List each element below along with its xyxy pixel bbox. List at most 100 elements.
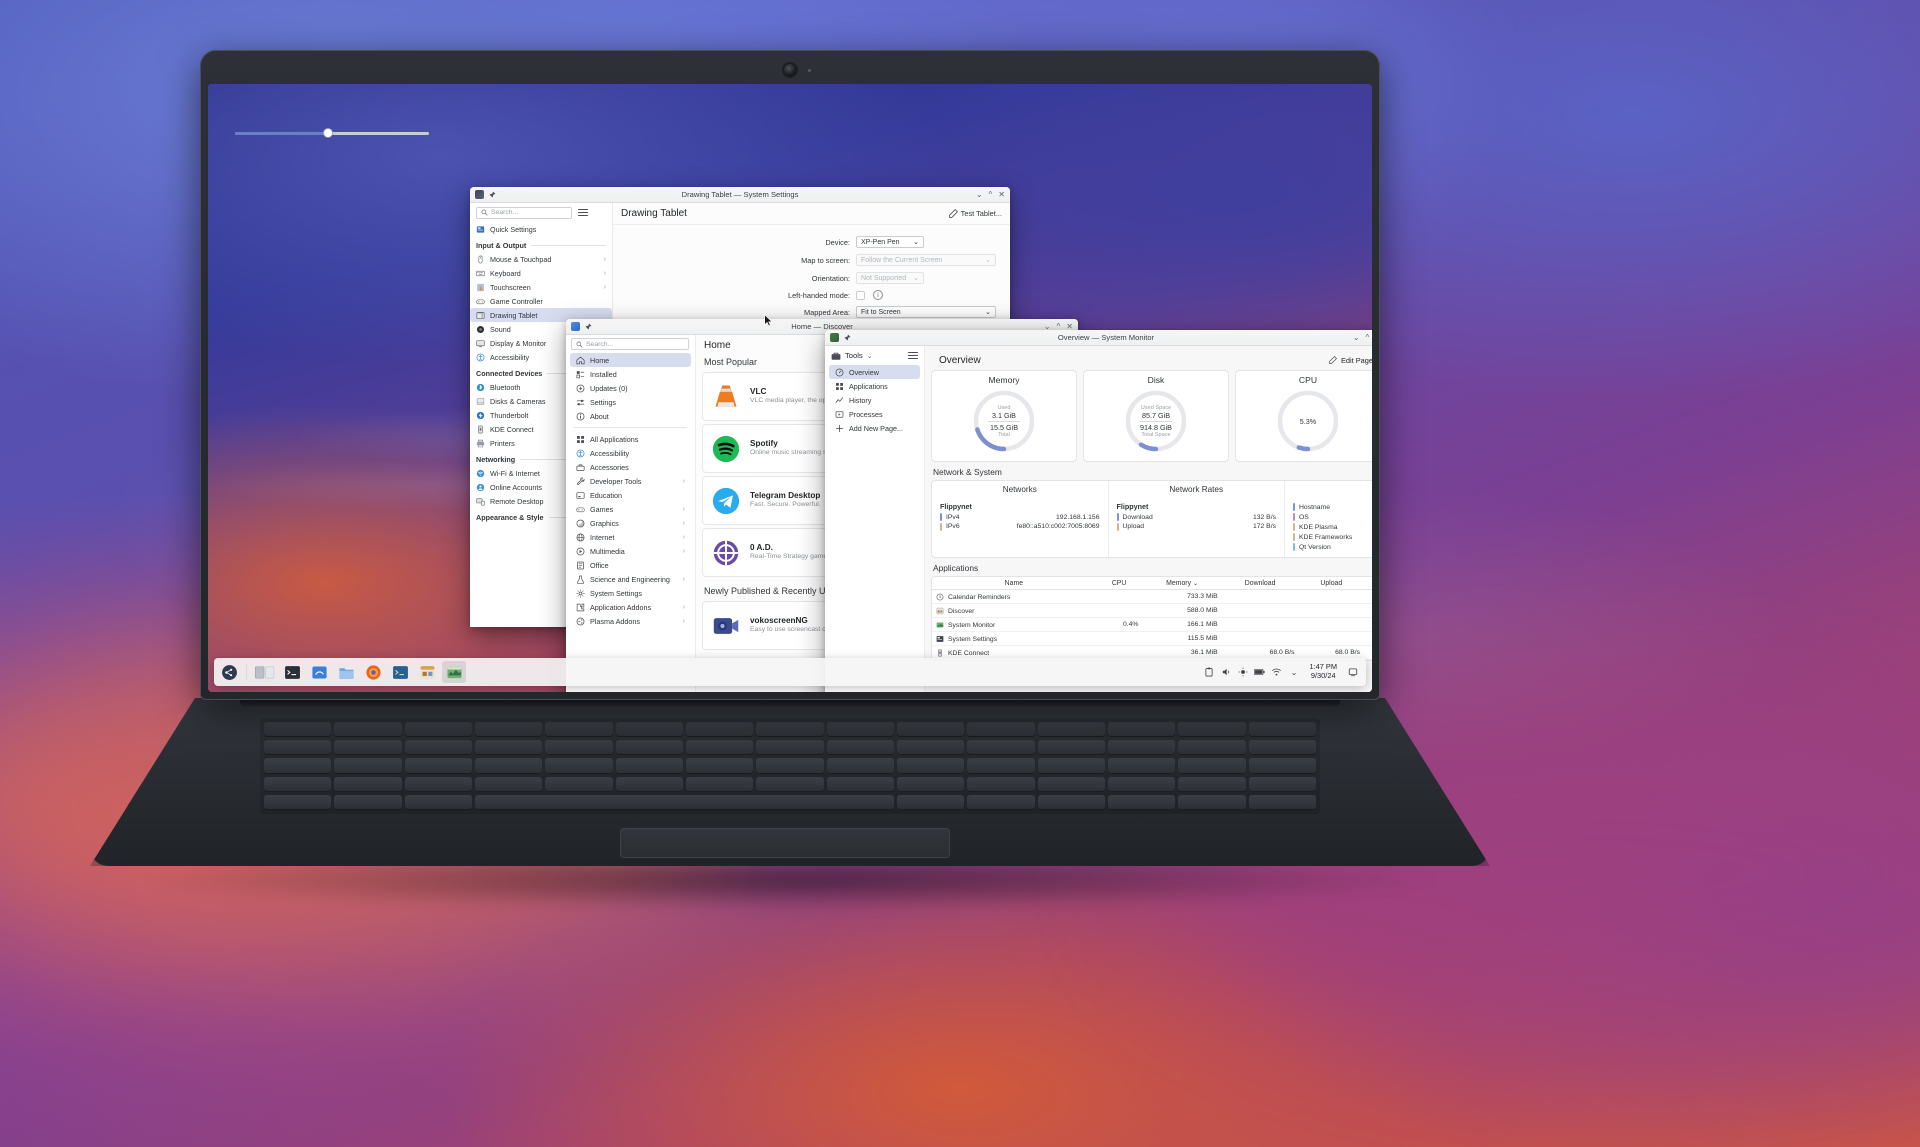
discover-sidebar-item-internet[interactable]: Internet ›	[570, 530, 691, 544]
table-row[interactable]: System Settings 115.5 MiB	[932, 631, 1372, 646]
tools-button[interactable]: Tools ⌄	[831, 351, 873, 361]
edit-page-button[interactable]: Edit Page	[1329, 356, 1372, 365]
sidebar-item-label: Drawing Tablet	[490, 310, 538, 320]
volume-icon[interactable]	[1220, 667, 1231, 678]
maximize-button[interactable]: ^	[1057, 322, 1061, 331]
system-monitor-sidebar[interactable]: Tools ⌄ Overview Applications History Proce…	[825, 346, 925, 692]
maximize-button[interactable]: ^	[989, 190, 993, 199]
pin-icon[interactable]	[584, 323, 592, 331]
sidebar-item-quick-settings[interactable]: Quick Settings	[470, 222, 612, 236]
discover-sidebar-item-system-settings[interactable]: System Settings	[570, 586, 691, 600]
table-row[interactable]: Calendar Reminders 733.3 MiB	[932, 589, 1372, 604]
system-settings-toolbar[interactable]: Search...	[470, 203, 612, 222]
sysmon-sidebar-item-applications[interactable]: Applications	[829, 379, 920, 393]
power-profile-slider[interactable]	[235, 129, 429, 137]
sysmon-sidebar-item-history[interactable]: History	[829, 393, 920, 407]
brightness-icon[interactable]	[1237, 667, 1248, 678]
applications-column-header[interactable]: Upload	[1298, 577, 1365, 590]
discover-sidebar[interactable]: Search... Home Installed Updates (0) Settin…	[566, 335, 696, 692]
applications-column-header[interactable]	[1364, 577, 1372, 590]
form-combobox[interactable]: Fit to Screen ⌄	[856, 306, 996, 318]
application-launcher-button[interactable]	[218, 661, 240, 683]
minimize-button[interactable]: ⌄	[1353, 333, 1360, 342]
sidebar-item-game-controller[interactable]: Game Controller	[470, 294, 612, 308]
discover-sidebar-item-accessibility[interactable]: Accessibility	[570, 446, 691, 460]
form-combobox[interactable]: Follow the Current Screen ⌄	[856, 254, 996, 266]
sidebar-item-mouse-touchpad[interactable]: Mouse & Touchpad ›	[470, 252, 612, 266]
discover-sidebar-item-about[interactable]: About	[570, 409, 691, 423]
discover-sidebar-item-home[interactable]: Home	[570, 353, 691, 367]
applications-column-header[interactable]: Download	[1221, 577, 1299, 590]
discover-sidebar-item-games[interactable]: Games ›	[570, 502, 691, 516]
discover-sidebar-item-science-and-engineering[interactable]: Science and Engineering ›	[570, 572, 691, 586]
discover-sidebar-item-accessories[interactable]: Accessories	[570, 460, 691, 474]
maximize-button[interactable]: ^	[1366, 333, 1370, 342]
applications-column-header[interactable]: CPU	[1095, 577, 1143, 590]
show-desktop-icon[interactable]	[1347, 667, 1358, 678]
system-monitor-toolbar[interactable]: Tools ⌄	[825, 346, 924, 365]
info-icon	[576, 412, 585, 420]
table-row[interactable]: System Monitor 0.4% 166.1 MiB	[932, 617, 1372, 632]
digital-clock[interactable]: 1:47 PM 9/30/24	[1305, 663, 1341, 680]
discover-sidebar-item-developer-tools[interactable]: Developer Tools ›	[570, 474, 691, 488]
close-button[interactable]: ✕	[998, 190, 1005, 199]
form-label: Device:	[825, 237, 850, 247]
discover-sidebar-item-education[interactable]: Education	[570, 488, 691, 502]
task-konsole[interactable]	[280, 661, 304, 683]
system-settings-menu-button[interactable]	[578, 209, 588, 216]
close-button[interactable]: ✕	[1066, 322, 1073, 331]
sidebar-category-label: Networking	[476, 455, 516, 464]
sysmon-sidebar-item-overview[interactable]: Overview	[829, 365, 920, 379]
task-dolphin[interactable]	[307, 661, 331, 683]
system-settings-titlebar[interactable]: Drawing Tablet — System Settings ⌄ ^ ✕	[470, 187, 1010, 203]
applications-column-header[interactable]: Memory ⌄	[1142, 577, 1222, 590]
task-system-monitor[interactable]	[442, 661, 466, 683]
taskbar-panel[interactable]: ⌄ 1:47 PM 9/30/24	[214, 658, 1366, 686]
chevron-up-icon[interactable]: ⌄	[1288, 667, 1299, 678]
thunderbolt-icon	[476, 411, 485, 419]
sidebar-item-keyboard[interactable]: Keyboard ›	[470, 266, 612, 280]
system-tray[interactable]: ⌄ 1:47 PM 9/30/24	[1203, 663, 1362, 680]
system-settings-search-input[interactable]: Search...	[476, 206, 572, 219]
left-handed-checkbox[interactable]	[856, 290, 865, 300]
task-files[interactable]	[334, 661, 358, 683]
app-row-cpu: 0.4%	[1095, 617, 1143, 632]
discover-sidebar-item-application-addons[interactable]: Application Addons ›	[570, 600, 691, 614]
task-discover[interactable]	[415, 661, 439, 683]
minimize-button[interactable]: ⌄	[976, 190, 983, 199]
sysmon-sidebar-item-processes[interactable]: Processes	[829, 407, 920, 421]
sysmon-sidebar-item-add-new-page-[interactable]: Add New Page...	[829, 421, 920, 435]
battery-icon[interactable]	[1254, 667, 1266, 678]
minimize-button[interactable]: ⌄	[1044, 322, 1051, 331]
discover-sidebar-item-all-applications[interactable]: All Applications	[570, 432, 691, 446]
discover-sidebar-item-office[interactable]: Office	[570, 558, 691, 572]
task-firefox[interactable]	[361, 661, 385, 683]
network-icon[interactable]	[1271, 667, 1282, 678]
system-monitor-menu-button[interactable]	[908, 352, 918, 359]
discover-sidebar-item-updates-0-[interactable]: Updates (0)	[570, 381, 691, 395]
pin-icon[interactable]	[843, 334, 851, 342]
network-system-panel: Networks Flippynet IPv4 192.168.1.156 IPv6…	[931, 480, 1372, 558]
system-monitor-titlebar[interactable]: Overview — System Monitor ⌄ ^ ✕	[825, 330, 1372, 346]
discover-sidebar-item-plasma-addons[interactable]: Plasma Addons ›	[570, 614, 691, 628]
info-icon[interactable]: i	[873, 290, 883, 300]
toolbox-icon	[831, 352, 841, 360]
task-pager[interactable]	[253, 661, 277, 683]
table-row[interactable]: Discover 588.0 MiB	[932, 603, 1372, 618]
form-combobox[interactable]: XP-Pen Pen ⌄	[856, 236, 924, 248]
task-terminal-green[interactable]	[388, 661, 412, 683]
discover-sidebar-item-settings[interactable]: Settings	[570, 395, 691, 409]
discover-sidebar-item-multimedia[interactable]: Multimedia ›	[570, 544, 691, 558]
clipboard-icon[interactable]	[1203, 667, 1214, 678]
discover-search-input[interactable]: Search...	[571, 338, 689, 350]
discover-sidebar-item-installed[interactable]: Installed	[570, 367, 691, 381]
test-tablet-button[interactable]: Test Tablet...	[948, 209, 1002, 218]
applications-table[interactable]: Name CPU Memory ⌄ Download Upload Calendar R…	[932, 577, 1372, 660]
window-system-monitor[interactable]: Overview — System Monitor ⌄ ^ ✕	[825, 330, 1372, 692]
form-combobox[interactable]: Not Supported ⌄	[856, 272, 924, 284]
sidebar-item-touchscreen[interactable]: Touchscreen ›	[470, 280, 612, 294]
discover-sidebar-item-graphics[interactable]: Graphics ›	[570, 516, 691, 530]
applications-column-header[interactable]: Name	[932, 577, 1096, 590]
sidebar-item-label: Keyboard	[490, 268, 521, 278]
pin-icon[interactable]	[488, 191, 496, 199]
